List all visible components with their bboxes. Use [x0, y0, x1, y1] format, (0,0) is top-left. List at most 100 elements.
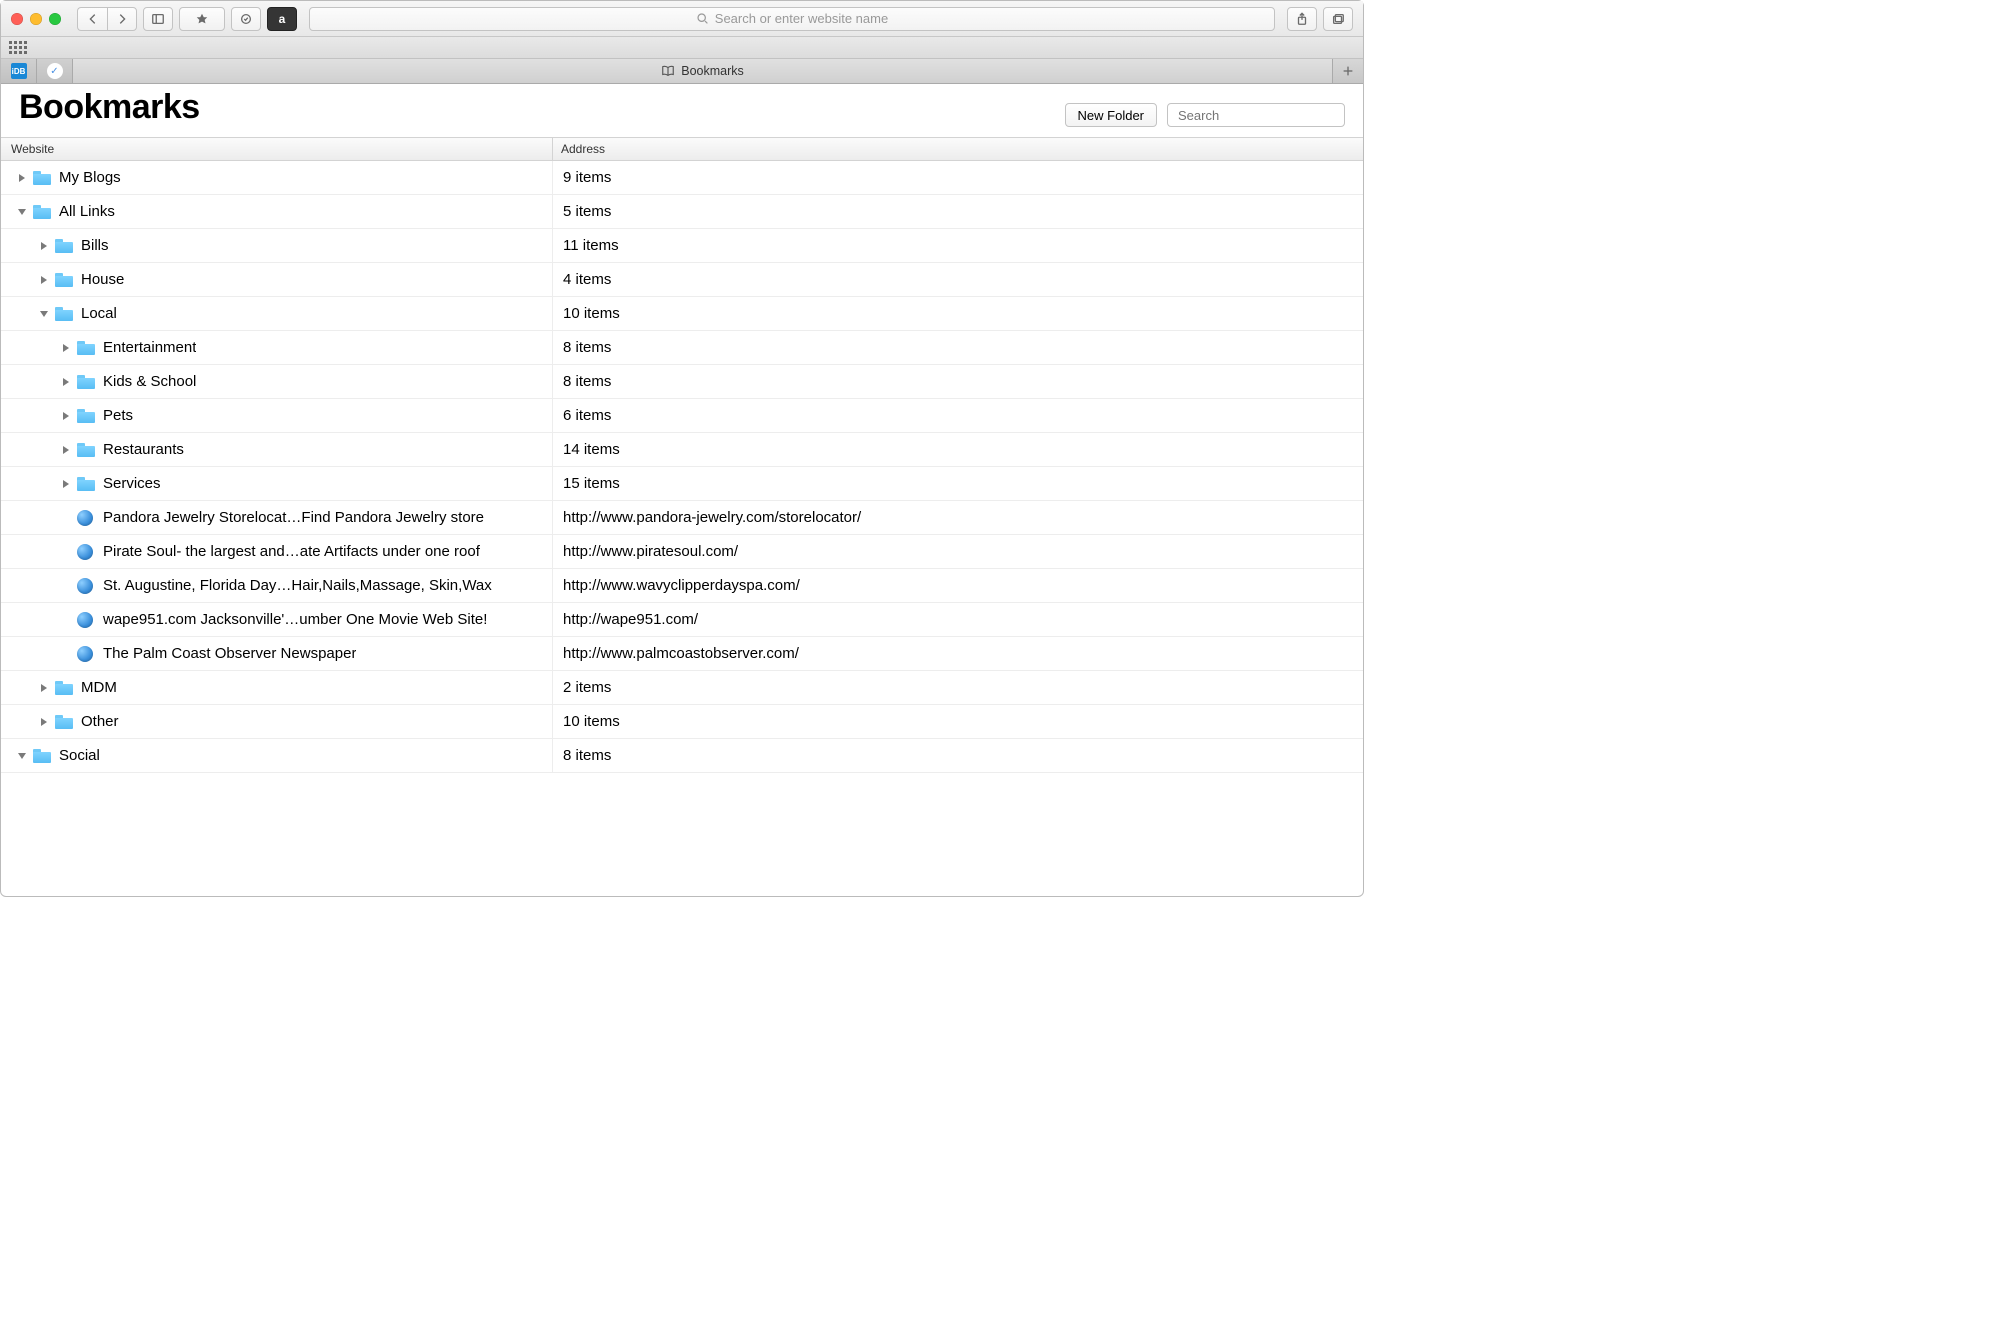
row-name: Pets — [103, 407, 133, 424]
cell-website: My Blogs — [1, 161, 553, 194]
cell-website: House — [1, 263, 553, 296]
chevron-right-icon[interactable] — [39, 241, 49, 251]
column-header-website[interactable]: Website — [1, 138, 553, 160]
top-sites-button[interactable] — [179, 7, 225, 31]
address-bar[interactable]: Search or enter website name — [309, 7, 1275, 31]
table-row[interactable]: St. Augustine, Florida Day…Hair,Nails,Ma… — [1, 569, 1363, 603]
cell-website: Services — [1, 467, 553, 500]
share-button[interactable] — [1287, 7, 1317, 31]
cell-address: 2 items — [553, 671, 1363, 704]
chevron-down-icon[interactable] — [39, 309, 49, 319]
table-row[interactable]: Local10 items — [1, 297, 1363, 331]
cell-address: 15 items — [553, 467, 1363, 500]
row-name: Pandora Jewelry Storelocat…Find Pandora … — [103, 509, 484, 526]
cell-website: St. Augustine, Florida Day…Hair,Nails,Ma… — [1, 569, 553, 602]
top-sites-grid-icon[interactable] — [9, 41, 27, 54]
tabs-overview-button[interactable] — [1323, 7, 1353, 31]
table-row[interactable]: wape951.com Jacksonville'…umber One Movi… — [1, 603, 1363, 637]
minimize-window-button[interactable] — [30, 13, 42, 25]
chevron-right-icon[interactable] — [61, 411, 71, 421]
table-row[interactable]: My Blogs9 items — [1, 161, 1363, 195]
bookmarks-search-input[interactable] — [1178, 108, 1354, 123]
row-name: wape951.com Jacksonville'…umber One Movi… — [103, 611, 487, 628]
cell-address: http://www.piratesoul.com/ — [553, 535, 1363, 568]
table-row[interactable]: Other 10 items — [1, 705, 1363, 739]
table-row[interactable]: Bills11 items — [1, 229, 1363, 263]
pinned-tab-check[interactable]: ✓ — [37, 59, 73, 83]
cell-address: 6 items — [553, 399, 1363, 432]
row-name: House — [81, 271, 124, 288]
chevron-right-icon[interactable] — [61, 479, 71, 489]
sidebar-toggle-button[interactable] — [143, 7, 173, 31]
check-favicon-icon: ✓ — [47, 63, 63, 79]
chevron-right-icon[interactable] — [39, 275, 49, 285]
table-row[interactable]: House 4 items — [1, 263, 1363, 297]
table-header: Website Address — [1, 137, 1363, 161]
cell-website: Restaurants — [1, 433, 553, 466]
table-row[interactable]: Services15 items — [1, 467, 1363, 501]
active-tab[interactable]: Bookmarks — [73, 59, 1333, 83]
cell-address: 8 items — [553, 331, 1363, 364]
chevron-right-icon[interactable] — [61, 377, 71, 387]
chevron-right-icon[interactable] — [61, 343, 71, 353]
amazon-button[interactable]: a — [267, 7, 297, 31]
table-row[interactable]: Pets 6 items — [1, 399, 1363, 433]
row-name: The Palm Coast Observer Newspaper — [103, 645, 356, 662]
table-row[interactable]: Restaurants14 items — [1, 433, 1363, 467]
chevron-down-icon[interactable] — [17, 751, 27, 761]
cell-website: Pandora Jewelry Storelocat…Find Pandora … — [1, 501, 553, 534]
close-window-button[interactable] — [11, 13, 23, 25]
pinned-tab-idb[interactable]: iDB — [1, 59, 37, 83]
cell-address: 8 items — [553, 739, 1363, 772]
table-row[interactable]: MDM 2 items — [1, 671, 1363, 705]
folder-icon — [77, 443, 95, 457]
chevron-right-icon[interactable] — [39, 683, 49, 693]
folder-icon — [77, 409, 95, 423]
row-name: Pirate Soul- the largest and…ate Artifac… — [103, 543, 480, 560]
row-name: My Blogs — [59, 169, 121, 186]
row-name: Other — [81, 713, 119, 730]
table-row[interactable]: Entertainment8 items — [1, 331, 1363, 365]
table-row[interactable]: All Links5 items — [1, 195, 1363, 229]
row-name: St. Augustine, Florida Day…Hair,Nails,Ma… — [103, 577, 492, 594]
chevron-right-icon[interactable] — [17, 173, 27, 183]
forward-button[interactable] — [107, 7, 137, 31]
cell-address: 10 items — [553, 705, 1363, 738]
chevron-down-icon[interactable] — [17, 207, 27, 217]
new-folder-button[interactable]: New Folder — [1065, 103, 1157, 127]
cell-address: http://www.pandora-jewelry.com/storeloca… — [553, 501, 1363, 534]
table-row[interactable]: Social 8 items — [1, 739, 1363, 773]
cell-address: 4 items — [553, 263, 1363, 296]
address-placeholder: Search or enter website name — [715, 11, 888, 26]
globe-favicon-icon — [77, 612, 93, 628]
chevron-right-icon[interactable] — [39, 717, 49, 727]
new-tab-button[interactable] — [1333, 59, 1363, 83]
maximize-window-button[interactable] — [49, 13, 61, 25]
cell-website: Social — [1, 739, 553, 772]
search-icon — [696, 12, 709, 25]
extension-button-1[interactable] — [231, 7, 261, 31]
cell-address: 14 items — [553, 433, 1363, 466]
folder-icon — [55, 239, 73, 253]
row-name: MDM — [81, 679, 117, 696]
cell-address: 11 items — [553, 229, 1363, 262]
nav-buttons — [77, 7, 137, 31]
table-row[interactable]: The Palm Coast Observer Newspaperhttp://… — [1, 637, 1363, 671]
cell-website: Kids & School — [1, 365, 553, 398]
folder-icon — [55, 307, 73, 321]
globe-favicon-icon — [77, 544, 93, 560]
bookmarks-search[interactable] — [1167, 103, 1345, 127]
back-button[interactable] — [77, 7, 107, 31]
cell-website: MDM — [1, 671, 553, 704]
idb-favicon-icon: iDB — [11, 63, 27, 79]
row-name: Social — [59, 747, 100, 764]
globe-favicon-icon — [77, 578, 93, 594]
table-row[interactable]: Kids & School8 items — [1, 365, 1363, 399]
table-row[interactable]: Pandora Jewelry Storelocat…Find Pandora … — [1, 501, 1363, 535]
chevron-right-icon[interactable] — [61, 445, 71, 455]
column-header-address[interactable]: Address — [553, 138, 1363, 160]
plus-icon — [1341, 64, 1355, 78]
globe-favicon-icon — [77, 510, 93, 526]
table-row[interactable]: Pirate Soul- the largest and…ate Artifac… — [1, 535, 1363, 569]
book-icon — [661, 64, 675, 78]
